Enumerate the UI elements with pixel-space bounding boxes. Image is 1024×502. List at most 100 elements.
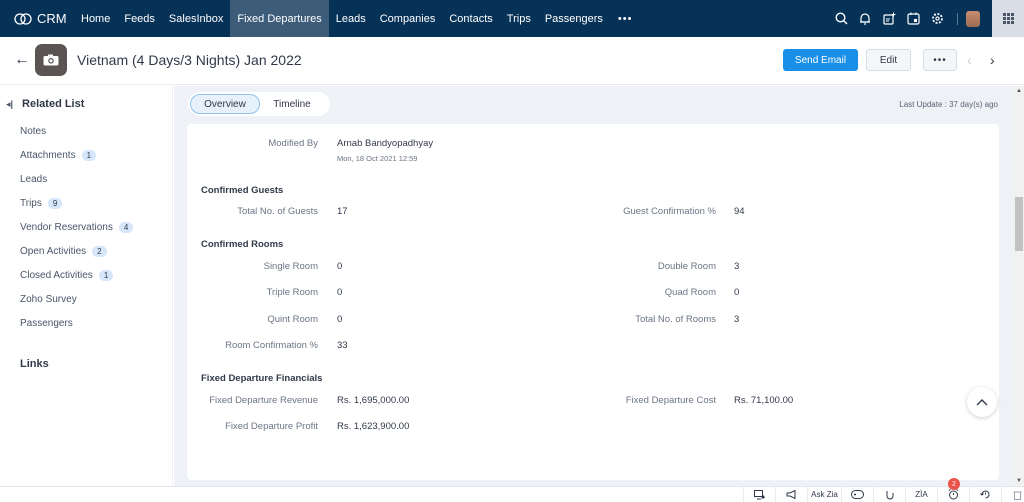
collapse-sidebar-icon[interactable]: ◂| bbox=[6, 99, 13, 110]
quad-room-label: Quad Room bbox=[664, 287, 716, 298]
announcement-icon[interactable] bbox=[775, 487, 807, 502]
sidebar-item-zoho-survey[interactable]: Zoho Survey bbox=[20, 294, 77, 305]
bell-icon[interactable] bbox=[853, 0, 877, 37]
zia-icon[interactable]: ZÌA bbox=[905, 487, 937, 502]
ask-zia-button[interactable]: Ask Zia bbox=[807, 487, 841, 502]
sidebar-item-label: Open Activities bbox=[20, 246, 87, 257]
scroll-up-icon[interactable]: ▲ bbox=[1016, 88, 1022, 94]
recent-history-icon[interactable] bbox=[969, 487, 1001, 502]
sidebar-item-leads[interactable]: Leads bbox=[20, 174, 47, 185]
last-update: Last Update : 37 day(s) ago bbox=[899, 100, 998, 109]
nav-trips[interactable]: Trips bbox=[500, 0, 538, 37]
revenue-label: Fixed Departure Revenue bbox=[209, 395, 318, 406]
nav-feeds[interactable]: Feeds bbox=[117, 0, 162, 37]
back-arrow-icon[interactable]: ← bbox=[14, 51, 30, 69]
brand-name: CRM bbox=[37, 11, 67, 26]
guest-confirmation-value: 94 bbox=[734, 206, 745, 217]
nav-more-button[interactable]: ••• bbox=[610, 13, 641, 25]
sidebar-item-vendor-reservations[interactable]: Vendor Reservations 4 bbox=[20, 222, 134, 233]
nav-salesinbox[interactable]: SalesInbox bbox=[162, 0, 230, 37]
tab-timeline[interactable]: Timeline bbox=[260, 94, 324, 114]
sidebar-item-attachments[interactable]: Attachments 1 bbox=[20, 150, 97, 161]
sidebar-item-notes[interactable]: Notes bbox=[20, 126, 46, 137]
total-rooms-label: Total No. of Rooms bbox=[635, 314, 716, 325]
modified-by-value[interactable]: Arnab Bandyopadhyay bbox=[337, 138, 433, 149]
sidebar-item-label: Vendor Reservations bbox=[20, 222, 113, 233]
sidebar-item-label: Leads bbox=[20, 174, 48, 185]
gear-icon[interactable] bbox=[925, 0, 949, 37]
footer-toolbar: Ask Zia ZÌA 2 bbox=[0, 478, 1024, 502]
nav-fixed-departures[interactable]: Fixed Departures bbox=[230, 0, 329, 37]
related-list-header: ◂| Related List bbox=[6, 98, 84, 110]
triple-room-label: Triple Room bbox=[266, 287, 318, 298]
cost-value: Rs. 71,100.00 bbox=[734, 395, 794, 406]
single-room-value: 0 bbox=[337, 261, 343, 272]
total-guests-value: 17 bbox=[337, 206, 348, 217]
scroll-thumb[interactable] bbox=[1015, 197, 1023, 251]
previous-record-icon[interactable]: ‹ bbox=[967, 52, 972, 68]
nav-leads[interactable]: Leads bbox=[329, 0, 373, 37]
more-actions-button[interactable]: ••• bbox=[923, 49, 957, 71]
count-badge: 1 bbox=[98, 270, 114, 281]
sidebar-item-passengers[interactable]: Passengers bbox=[20, 318, 73, 329]
record-image-upload[interactable] bbox=[35, 44, 67, 76]
double-room-label: Double Room bbox=[657, 261, 716, 272]
crm-logo[interactable]: CRM bbox=[0, 11, 74, 26]
calendar-icon[interactable] bbox=[901, 0, 925, 37]
nav-home[interactable]: Home bbox=[74, 0, 117, 37]
scroll-down-icon[interactable]: ▼ bbox=[1016, 478, 1022, 484]
related-list-sidebar: ◂| Related List Notes Attachments 1 Lead… bbox=[0, 86, 173, 486]
quint-room-label: Quint Room bbox=[267, 314, 318, 325]
sidebar-item-label: Zoho Survey bbox=[20, 294, 77, 305]
modified-time: Mon, 18 Oct 2021 12:59 bbox=[337, 154, 418, 163]
nav-passengers[interactable]: Passengers bbox=[538, 0, 610, 37]
chevron-up-icon bbox=[976, 399, 988, 406]
next-record-icon[interactable]: › bbox=[990, 52, 995, 68]
sidebar-item-closed-activities[interactable]: Closed Activities 1 bbox=[20, 270, 114, 281]
count-badge: 4 bbox=[118, 222, 134, 233]
count-badge: 9 bbox=[47, 198, 63, 209]
add-note-icon[interactable] bbox=[877, 0, 901, 37]
reminder-count-badge: 2 bbox=[948, 478, 960, 490]
nav-contacts[interactable]: Contacts bbox=[442, 0, 499, 37]
count-badge: 2 bbox=[92, 246, 107, 257]
nav-companies[interactable]: Companies bbox=[373, 0, 443, 37]
top-navigation: CRM Home Feeds SalesInbox Fixed Departur… bbox=[0, 0, 1024, 37]
undo-hook-icon[interactable] bbox=[873, 487, 905, 502]
room-confirmation-value: 33 bbox=[337, 340, 348, 351]
avatar[interactable] bbox=[966, 10, 980, 27]
profit-label: Fixed Departure Profit bbox=[225, 421, 318, 432]
section-confirmed-guests: Confirmed Guests bbox=[201, 185, 284, 196]
cost-label: Fixed Departure Cost bbox=[625, 395, 716, 406]
send-email-button[interactable]: Send Email bbox=[783, 49, 858, 71]
profit-value: Rs. 1,623,900.00 bbox=[337, 421, 410, 432]
page-scrollbar[interactable]: ▲ ▼ bbox=[1014, 86, 1024, 486]
tab-overview[interactable]: Overview bbox=[190, 94, 260, 114]
sidebar-item-label: Closed Activities bbox=[20, 270, 93, 281]
record-details-card: Modified By Arnab Bandyopadhyay Mon, 18 … bbox=[187, 124, 999, 480]
section-financials: Fixed Departure Financials bbox=[201, 373, 323, 384]
gamepad-icon[interactable] bbox=[841, 487, 873, 502]
count-badge: 1 bbox=[81, 150, 97, 161]
double-room-value: 3 bbox=[734, 261, 740, 272]
sidebar-item-open-activities[interactable]: Open Activities 2 bbox=[20, 246, 107, 257]
alarm-clock-icon[interactable]: 2 bbox=[937, 478, 969, 502]
apps-grid-icon[interactable] bbox=[992, 0, 1024, 37]
sidebar-item-label: Attachments bbox=[20, 150, 76, 161]
triple-room-value: 0 bbox=[337, 287, 343, 298]
record-main: Overview Timeline Last Update : 37 day(s… bbox=[174, 86, 1014, 486]
search-icon[interactable] bbox=[829, 0, 853, 37]
zoho-logo-icon bbox=[14, 12, 32, 25]
related-list-title: Related List bbox=[22, 98, 85, 110]
screen-share-icon[interactable] bbox=[743, 487, 775, 502]
edit-button[interactable]: Edit bbox=[866, 49, 911, 71]
trash-icon[interactable] bbox=[1001, 487, 1024, 502]
view-tabs: Overview Timeline bbox=[188, 92, 330, 116]
sidebar-item-trips[interactable]: Trips 9 bbox=[20, 198, 63, 209]
quad-room-value: 0 bbox=[734, 287, 740, 298]
record-title: Vietnam (4 Days/3 Nights) Jan 2022 bbox=[77, 52, 302, 68]
scroll-to-top-button[interactable] bbox=[967, 387, 997, 417]
quint-room-value: 0 bbox=[337, 314, 343, 325]
room-confirmation-label: Room Confirmation % bbox=[225, 340, 318, 351]
links-header[interactable]: Links bbox=[20, 358, 49, 370]
